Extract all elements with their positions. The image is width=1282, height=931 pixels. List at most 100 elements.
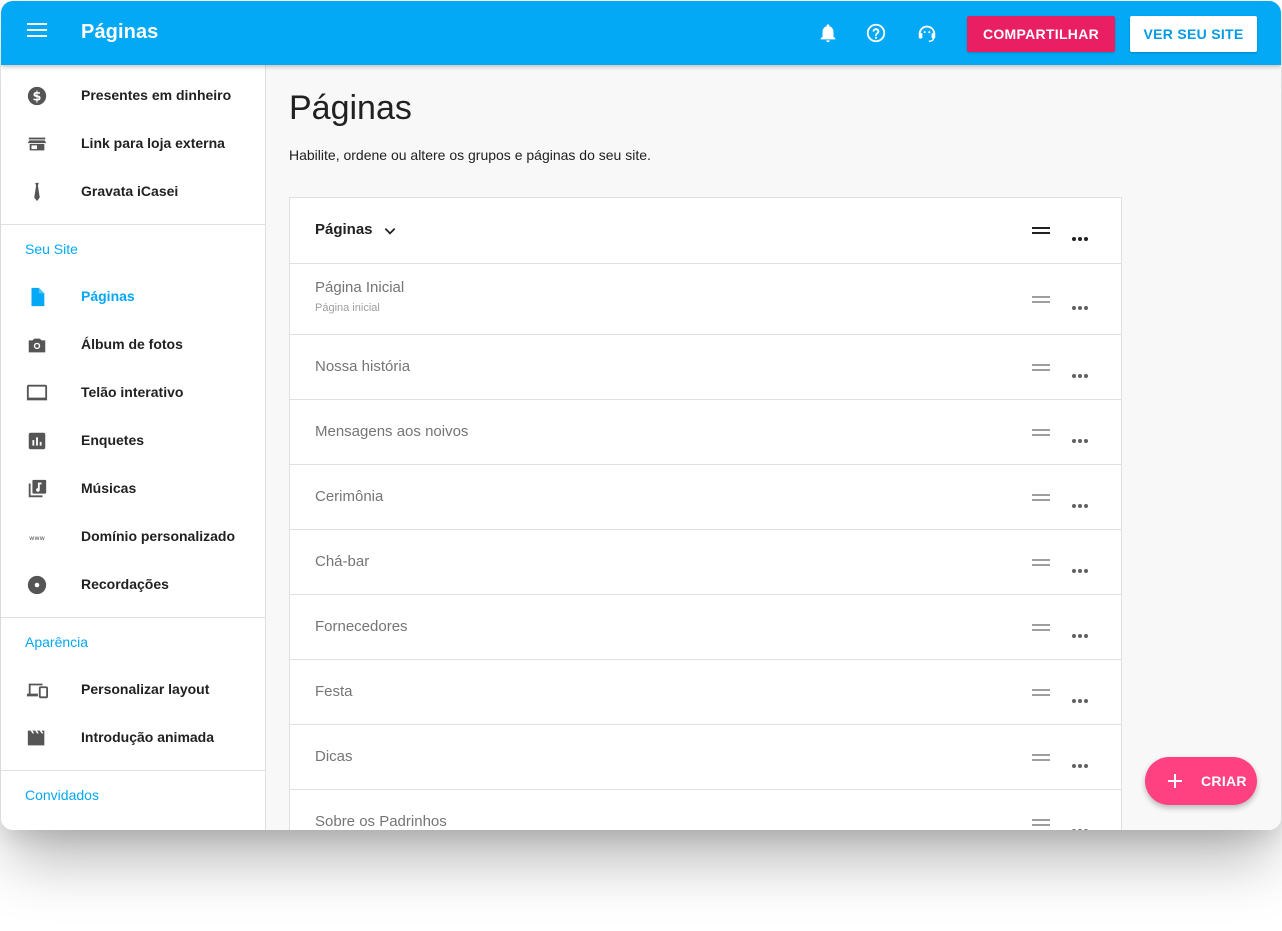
page-row-label: Chá-bar	[315, 553, 370, 570]
page-row[interactable]: Dicas	[290, 725, 1121, 790]
sidebar-item-memories[interactable]: Recordações	[1, 565, 265, 605]
www-icon: www	[29, 534, 45, 542]
app-window: Páginas COMPARTILHAR VER SEU SITE $ Pres…	[1, 1, 1281, 830]
create-fab-button[interactable]: CRIAR	[1145, 757, 1257, 805]
page-row-label: Sobre os Padrinhos	[315, 813, 447, 830]
more-options-icon[interactable]	[1072, 690, 1090, 703]
devices-icon	[26, 683, 48, 699]
music-library-icon	[28, 479, 47, 498]
more-options-icon[interactable]	[1072, 560, 1090, 573]
drag-handle-icon[interactable]	[1032, 227, 1050, 235]
sidebar-item-photo-album[interactable]: Álbum de fotos	[1, 325, 265, 365]
sidebar-item-money-gifts[interactable]: $ Presentes em dinheiro	[1, 76, 265, 116]
more-options-icon[interactable]	[1072, 820, 1090, 830]
sidebar-item-label: Personalizar layout	[81, 681, 210, 697]
drag-handle-icon[interactable]	[1032, 296, 1050, 304]
plus-icon	[1168, 774, 1182, 788]
page-row-label: Fornecedores	[315, 618, 408, 635]
drag-handle-icon[interactable]	[1032, 689, 1050, 697]
sidebar-item-music[interactable]: Músicas	[1, 469, 265, 509]
help-icon[interactable]	[865, 22, 887, 44]
sidebar-item-label: Músicas	[81, 480, 137, 496]
page-row-label: Festa	[315, 683, 353, 700]
section-title-appearance: Aparência	[25, 634, 89, 650]
more-options-icon[interactable]	[1072, 228, 1090, 241]
sidebar-item-custom-domain[interactable]: www Domínio personalizado	[1, 517, 265, 557]
page-row[interactable]: Nossa história	[290, 335, 1121, 400]
page-row[interactable]: Mensagens aos noivos	[290, 400, 1121, 465]
page-row[interactable]: Cerimônia	[290, 465, 1121, 530]
drag-handle-icon[interactable]	[1032, 819, 1050, 827]
more-options-icon[interactable]	[1072, 755, 1090, 768]
monitor-icon	[26, 384, 48, 401]
page-row[interactable]: Sobre os Padrinhos	[290, 790, 1121, 830]
sidebar-item-label: Álbum de fotos	[81, 336, 183, 352]
sidebar-item-label: Link para loja externa	[81, 135, 225, 151]
sidebar-item-label: Enquetes	[81, 432, 145, 448]
chevron-down-icon[interactable]	[383, 224, 397, 238]
sidebar-item-customize-layout[interactable]: Personalizar layout	[1, 670, 265, 710]
sidebar-item-label: Páginas	[81, 288, 135, 304]
pages-group-card: Páginas Página Inicial Página inicial No…	[289, 197, 1122, 830]
sidebar-divider	[1, 617, 265, 618]
sidebar-item-tie[interactable]: Gravata iCasei	[1, 172, 265, 212]
sidebar-item-interactive-screen[interactable]: Telão interativo	[1, 373, 265, 413]
sidebar-divider	[1, 224, 265, 225]
more-options-icon[interactable]	[1072, 625, 1090, 638]
page-row[interactable]: Festa	[290, 660, 1121, 725]
page-row[interactable]: Chá-bar	[290, 530, 1121, 595]
store-icon	[27, 137, 47, 151]
sidebar-item-polls[interactable]: Enquetes	[1, 421, 265, 461]
page-row-label: Cerimônia	[315, 488, 384, 505]
more-options-icon[interactable]	[1072, 297, 1090, 310]
sidebar-item-pages[interactable]: Páginas	[1, 277, 265, 317]
view-site-button[interactable]: VER SEU SITE	[1130, 16, 1257, 52]
page-row-label: Nossa história	[315, 358, 411, 375]
sidebar-item-label: Telão interativo	[81, 384, 184, 400]
sidebar-divider	[1, 770, 265, 771]
tie-icon	[34, 182, 40, 202]
more-options-icon[interactable]	[1072, 365, 1090, 378]
disc-icon	[27, 575, 47, 595]
svg-text:$: $	[33, 90, 42, 105]
sidebar-item-animated-intro[interactable]: Introdução animada	[1, 718, 265, 758]
sidebar-item-label: Introdução animada	[81, 729, 215, 745]
support-headset-icon[interactable]	[916, 22, 938, 44]
page-row-label: Mensagens aos noivos	[315, 423, 469, 440]
top-app-bar: Páginas COMPARTILHAR VER SEU SITE	[1, 1, 1281, 65]
page-subtitle: Habilite, ordene ou altere os grupos e p…	[289, 147, 651, 163]
page-icon	[31, 287, 45, 307]
more-options-icon[interactable]	[1072, 430, 1090, 443]
drag-handle-icon[interactable]	[1032, 624, 1050, 632]
drag-handle-icon[interactable]	[1032, 754, 1050, 762]
page-row[interactable]: Página Inicial Página inicial	[290, 264, 1121, 335]
section-title-site: Seu Site	[25, 241, 78, 257]
sidebar-item-label: Gravata iCasei	[81, 183, 179, 199]
sidebar-item-label: Recordações	[81, 576, 169, 592]
page-row-sublabel: Página inicial	[315, 302, 380, 314]
group-title[interactable]: Páginas	[315, 221, 373, 238]
money-icon: $	[27, 86, 47, 106]
share-button[interactable]: COMPARTILHAR	[967, 16, 1115, 52]
create-fab-label: CRIAR	[1201, 773, 1247, 789]
menu-icon[interactable]	[27, 23, 47, 41]
sidebar-item-external-store[interactable]: Link para loja externa	[1, 124, 265, 164]
drag-handle-icon[interactable]	[1032, 559, 1050, 567]
group-header: Páginas	[290, 198, 1121, 264]
section-title-guests: Convidados	[25, 787, 99, 803]
drag-handle-icon[interactable]	[1032, 429, 1050, 437]
svg-text:www: www	[29, 534, 45, 542]
clapperboard-icon	[27, 730, 45, 746]
more-options-icon[interactable]	[1072, 495, 1090, 508]
sidebar: $ Presentes em dinheiro Link para loja e…	[1, 65, 266, 830]
camera-icon	[28, 338, 46, 353]
poll-icon	[28, 432, 46, 450]
notifications-bell-icon[interactable]	[817, 22, 839, 44]
drag-handle-icon[interactable]	[1032, 494, 1050, 502]
app-bar-title: Páginas	[81, 21, 159, 43]
page-title: Páginas	[289, 89, 412, 127]
drag-handle-icon[interactable]	[1032, 364, 1050, 372]
sidebar-item-label: Presentes em dinheiro	[81, 87, 232, 103]
sidebar-item-label: Domínio personalizado	[81, 528, 236, 544]
page-row[interactable]: Fornecedores	[290, 595, 1121, 660]
